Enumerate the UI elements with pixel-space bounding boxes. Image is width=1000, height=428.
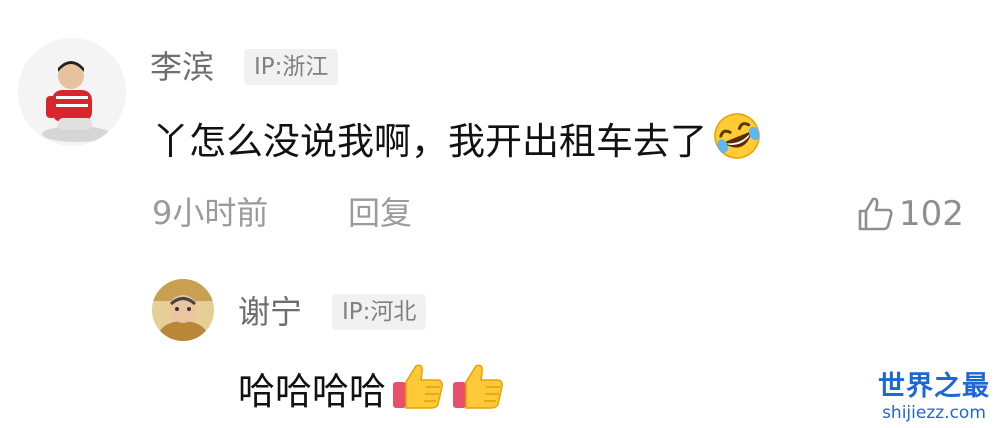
comment-ip-badge: IP:浙江 — [244, 49, 339, 85]
comment-text: 丫怎么没说我啊，我开出租车去了 — [152, 120, 707, 163]
thumbs-up-outline-icon[interactable] — [855, 194, 895, 234]
reply-text: 哈哈哈哈 — [238, 370, 386, 413]
comment-timestamp: 9小时前 — [152, 194, 269, 232]
rofl-emoji-icon — [711, 110, 763, 174]
avatar-main-comment[interactable] — [18, 38, 126, 146]
comment-page: 李滨 IP:浙江 丫怎么没说我啊，我开出租车去了 9小时前 回复 102 谢宁 … — [0, 0, 1000, 428]
comment-text-row: 丫怎么没说我啊，我开出租车去了 — [152, 110, 763, 174]
comment-author-name[interactable]: 李滨 — [150, 47, 214, 87]
thumbs-up-emoji-icon — [450, 360, 506, 424]
like-count: 102 — [899, 194, 964, 234]
like-button[interactable]: 102 — [855, 192, 1000, 236]
avatar-reply-comment[interactable] — [152, 279, 214, 341]
watermark-title: 世界之最 — [878, 371, 990, 402]
reply-text-row: 哈哈哈哈 — [238, 360, 506, 424]
reply-ip-badge: IP:河北 — [332, 294, 427, 330]
reply-button[interactable]: 回复 — [348, 193, 412, 233]
watermark: 世界之最 shijiezz.com — [872, 372, 996, 424]
watermark-url: shijiezz.com — [882, 403, 986, 423]
reply-author-name[interactable]: 谢宁 — [238, 292, 302, 332]
thumbs-up-emoji-icon — [390, 360, 446, 424]
